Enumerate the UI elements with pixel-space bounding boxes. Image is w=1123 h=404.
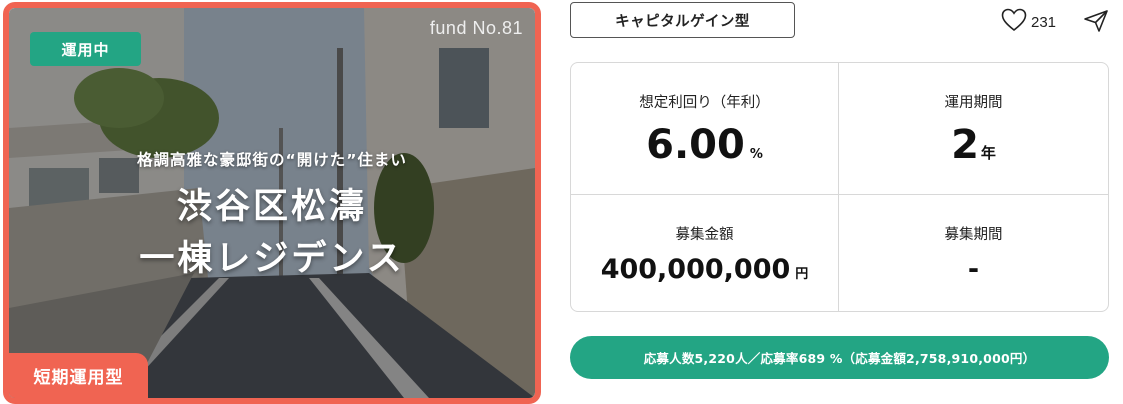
application-status-bar[interactable]: 応募人数5,220人／応募率689 %（応募金額2,758,910,000円） xyxy=(570,336,1109,379)
recruit-period-label: 募集期間 xyxy=(944,227,1003,243)
yield-unit: % xyxy=(749,147,763,162)
amount-unit: 円 xyxy=(795,267,809,282)
yield-label: 想定利回り（年利） xyxy=(639,95,770,111)
heart-icon xyxy=(1001,8,1027,36)
property-catchphrase: 格調高雅な豪邸街の“開けた”住まい xyxy=(137,151,407,169)
fund-type-tag: キャピタルゲイン型 xyxy=(570,2,795,38)
period-value: 2 xyxy=(951,122,979,168)
amount-cell: 募集金額 400,000,000 円 xyxy=(571,195,839,311)
period-cell: 運用期間 2 年 xyxy=(839,63,1108,195)
like-button[interactable]: 231 xyxy=(1001,8,1056,36)
period-unit: 年 xyxy=(980,144,996,162)
fund-stats-grid: 想定利回り（年利） 6.00 % 運用期間 2 年 募集金額 400,000,0… xyxy=(570,62,1109,312)
property-title-line2: 一棟レジデンス xyxy=(139,239,405,279)
send-icon xyxy=(1083,10,1109,37)
share-button[interactable] xyxy=(1083,9,1109,37)
yield-value: 6.00 xyxy=(646,122,745,168)
amount-label: 募集金額 xyxy=(675,227,734,243)
recruit-period-cell: 募集期間 - xyxy=(839,195,1108,311)
yield-cell: 想定利回り（年利） 6.00 % xyxy=(571,63,839,195)
property-title-line1: 渋谷区松濤 xyxy=(176,187,367,227)
like-count: 231 xyxy=(1031,13,1057,31)
term-type-badge: 短期運用型 xyxy=(9,353,148,398)
amount-value: 400,000,000 xyxy=(600,254,791,285)
period-label: 運用期間 xyxy=(944,95,1003,111)
property-image-card[interactable]: fund No.81 運用中 格調高雅な豪邸街の“開けた”住まい 渋谷区松濤 一… xyxy=(3,2,541,404)
recruit-period-value: - xyxy=(967,254,980,285)
fund-number: fund No.81 xyxy=(429,18,523,38)
status-badge: 運用中 xyxy=(30,32,141,66)
